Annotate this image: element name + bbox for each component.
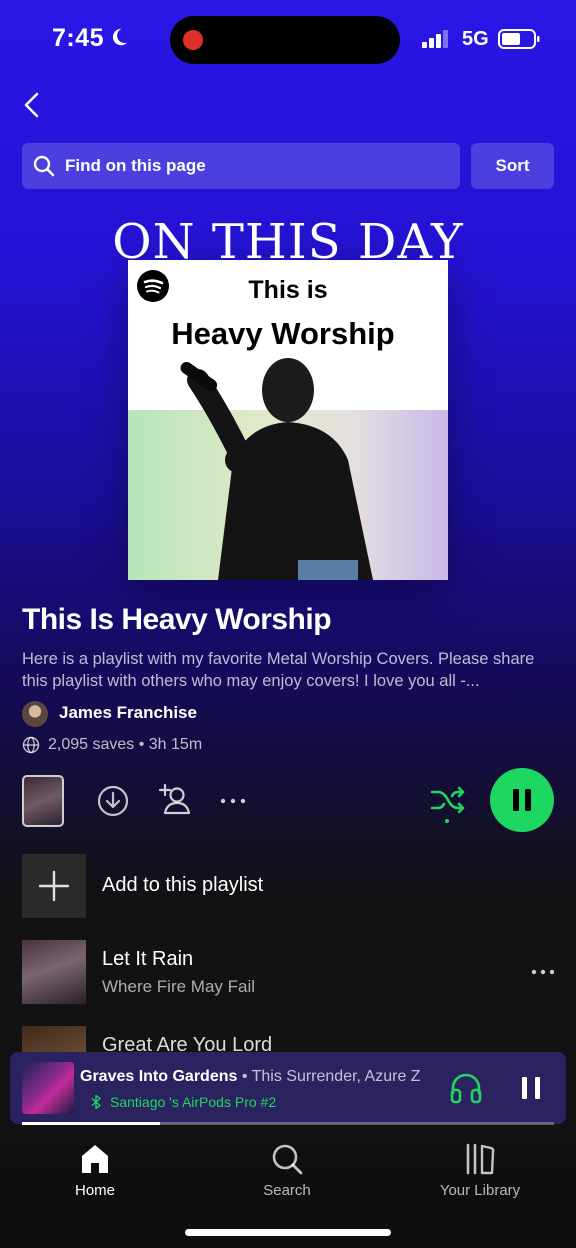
battery-icon (498, 29, 540, 49)
now-playing-artwork (22, 1062, 74, 1114)
home-icon (82, 1145, 108, 1173)
track-more-icon[interactable] (530, 962, 556, 982)
nav-search-label: Search (263, 1182, 311, 1199)
find-on-page-input[interactable]: Find on this page (22, 143, 460, 189)
add-collaborator-icon[interactable] (157, 782, 191, 816)
bluetooth-icon (91, 1095, 101, 1109)
mini-pause-icon[interactable] (517, 1074, 545, 1102)
search-icon (33, 155, 55, 177)
now-playing-song: Graves Into Gardens (80, 1068, 238, 1085)
playlist-title: This Is Heavy Worship (22, 603, 332, 636)
network-type: 5G (462, 28, 489, 50)
cover-line2: Heavy Worship (171, 316, 395, 351)
playlist-preview-thumbnail[interactable] (22, 775, 64, 827)
track-artist[interactable]: Where Fire May Fail (102, 977, 255, 997)
now-playing-artists: • This Surrender, Azure Z (237, 1068, 421, 1085)
moon-icon (112, 28, 128, 46)
connected-device[interactable]: Santiago 's AirPods Pro #2 (90, 1094, 276, 1110)
add-to-playlist-button[interactable] (22, 854, 86, 918)
shuffle-icon[interactable] (430, 784, 466, 824)
track-title[interactable]: Let It Rain (102, 948, 193, 971)
status-time: 7:45 (52, 24, 105, 52)
nav-library[interactable]: Your Library (410, 1142, 550, 1199)
plus-icon (38, 870, 70, 902)
playback-progress[interactable] (22, 1122, 554, 1125)
nav-library-label: Your Library (439, 1182, 521, 1199)
now-playing-info: Graves Into Gardens • This Surrender, Az… (80, 1068, 432, 1086)
cover-line1: This is (248, 276, 328, 304)
headphones-icon[interactable] (448, 1070, 484, 1106)
search-icon (272, 1144, 303, 1175)
globe-icon (22, 736, 40, 754)
playlist-description: Here is a playlist with my favorite Meta… (22, 650, 535, 690)
download-icon[interactable] (96, 784, 130, 818)
now-playing-bar[interactable]: Graves Into Gardens • This Surrender, Az… (10, 1052, 566, 1124)
home-indicator (185, 1229, 391, 1236)
pause-icon (513, 789, 531, 811)
add-to-playlist-label[interactable]: Add to this playlist (102, 874, 263, 897)
track-artwork[interactable] (22, 940, 86, 1004)
library-icon (466, 1143, 495, 1175)
find-placeholder: Find on this page (65, 156, 206, 175)
dynamic-island (170, 16, 400, 64)
owner-name[interactable]: James Franchise (59, 703, 197, 723)
singer-image (180, 358, 373, 580)
playback-progress-fill (22, 1122, 161, 1125)
on-this-day-overlay: ON THIS DAY (112, 214, 464, 270)
signal-icon (422, 30, 448, 48)
back-icon[interactable] (18, 90, 46, 120)
device-name: Santiago 's AirPods Pro #2 (110, 1094, 277, 1110)
nav-search[interactable]: Search (217, 1142, 357, 1199)
recording-indicator-icon (183, 30, 203, 50)
sort-button[interactable]: Sort (471, 143, 554, 189)
playlist-cover: This is Heavy Worship (128, 260, 448, 580)
pause-button[interactable] (490, 768, 554, 832)
avatar[interactable] (22, 701, 48, 727)
nav-home-label: Home (74, 1182, 115, 1199)
more-options-icon[interactable] (216, 784, 250, 818)
playlist-stats: 2,095 saves • 3h 15m (48, 736, 203, 753)
nav-home[interactable]: Home (25, 1142, 165, 1199)
